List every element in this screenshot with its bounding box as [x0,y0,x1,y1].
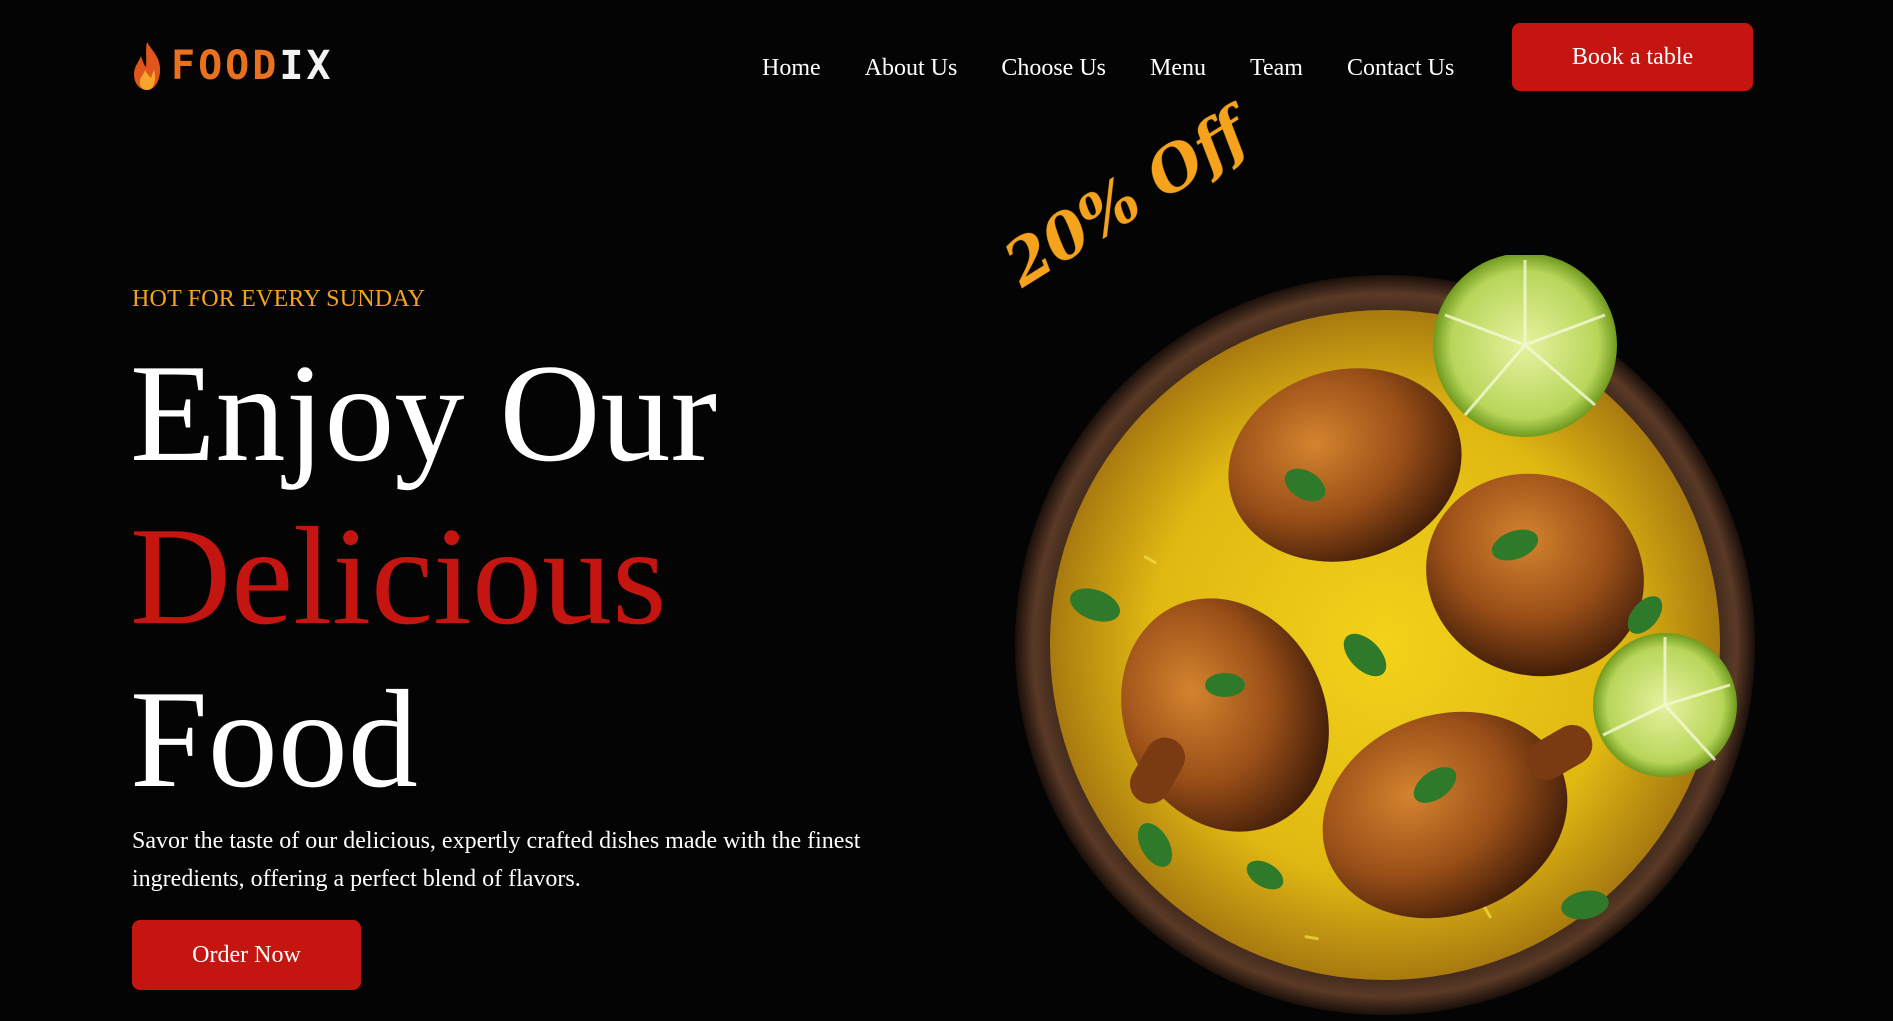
headline-line-1: Enjoy Our [130,336,718,491]
headline-line-3: Food [130,662,418,817]
logo[interactable]: FOODIX [131,40,334,92]
book-table-button[interactable]: Book a table [1512,23,1753,91]
logo-text-secondary: IX [279,43,334,89]
dish-image [1015,255,1755,1015]
nav-team[interactable]: Team [1228,50,1325,86]
nav-contact-us[interactable]: Contact Us [1325,50,1476,86]
nav-choose-us[interactable]: Choose Us [979,50,1128,86]
hero-description: Savor the taste of our delicious, expert… [132,828,861,892]
order-now-button[interactable]: Order Now [132,920,361,990]
nav-home[interactable]: Home [740,50,843,86]
main-nav: Home About Us Choose Us Menu Team Contac… [740,50,1476,86]
hero-headline: Enjoy Our Delicious Food [130,332,717,821]
nav-menu[interactable]: Menu [1128,50,1228,86]
logo-text-primary: FOOD [171,43,280,89]
flame-icon [134,42,161,90]
nav-about-us[interactable]: About Us [843,50,980,86]
hero-kicker: HOT FOR EVERY SUNDAY [132,286,426,312]
headline-line-2: Delicious [130,499,667,654]
